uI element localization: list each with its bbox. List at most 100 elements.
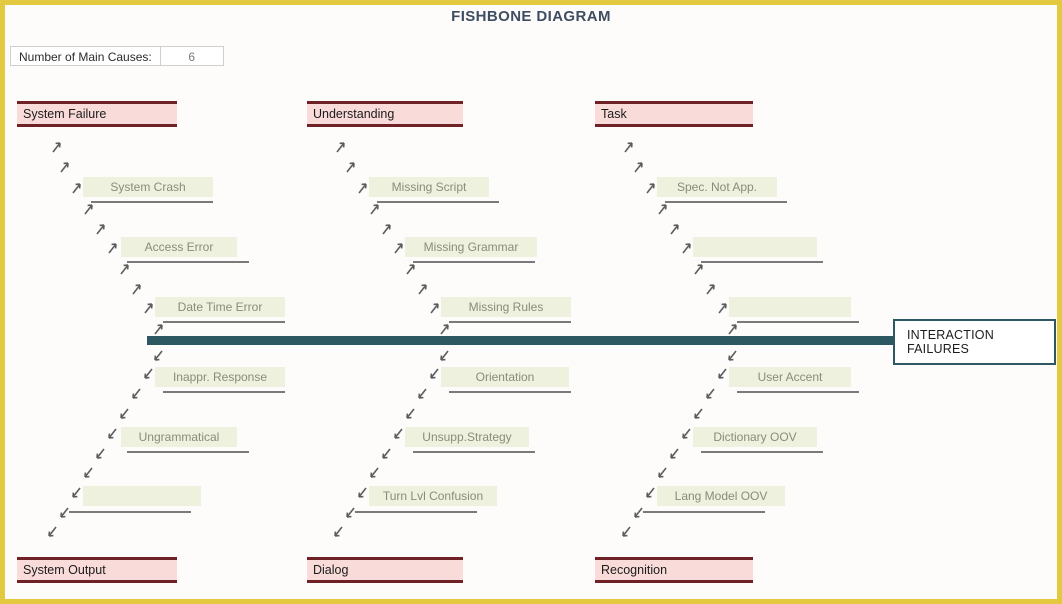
branch-arrow-up-icon <box>381 222 394 235</box>
subcause-connector <box>163 321 285 323</box>
subcause-label: User Accent <box>757 370 823 384</box>
effect-box[interactable]: INTERACTION FAILURES <box>893 319 1056 365</box>
category-box-recognition[interactable]: Recognition <box>595 557 753 583</box>
branch-arrow-up-icon <box>669 222 682 235</box>
branch-arrow-down-icon <box>83 467 96 480</box>
branch-arrow-up-icon <box>693 262 706 275</box>
subcause-connector <box>413 451 535 453</box>
branch-arrow-up-icon <box>51 140 64 153</box>
subcause-label: Missing Grammar <box>423 240 519 254</box>
main-causes-input[interactable]: 6 <box>160 46 224 66</box>
branch-arrow-down-icon <box>727 350 740 363</box>
subcause-label: Lang Model OOV <box>674 489 768 503</box>
subcause-connector <box>701 261 823 263</box>
branch-arrow-down-icon <box>669 448 682 461</box>
branch-arrow-up-icon <box>369 202 382 215</box>
main-causes-control: Number of Main Causes: 6 <box>10 46 224 66</box>
subcause-box-spec-not-app[interactable]: Spec. Not App. <box>657 177 777 197</box>
subcause-label: Inappr. Response <box>172 370 268 384</box>
subcause-label: Missing Script <box>391 180 467 194</box>
subcause-box-lang-model-oov[interactable]: Lang Model OOV <box>657 486 785 506</box>
branch-arrow-up-icon <box>633 160 646 173</box>
branch-arrow-down-icon <box>59 507 72 520</box>
branch-arrow-down-icon <box>439 350 452 363</box>
subcause-label: Spec. Not App. <box>676 180 758 194</box>
subcause-connector <box>163 391 285 393</box>
page-title: FISHBONE DIAGRAM <box>451 8 611 25</box>
category-box-task[interactable]: Task <box>595 101 753 127</box>
branch-arrow-down-icon <box>345 507 358 520</box>
subcause-box-turn-lvl-confusion[interactable]: Turn Lvl Confusion <box>369 486 497 506</box>
subcause-connector <box>737 321 859 323</box>
main-causes-label: Number of Main Causes: <box>10 46 161 66</box>
branch-arrow-down-icon <box>705 388 718 401</box>
subcause-label: Date Time Error <box>177 300 263 314</box>
branch-arrow-up-icon <box>705 282 718 295</box>
subcause-box-inappr-response[interactable]: Inappr. Response <box>155 367 285 387</box>
branch-arrow-up-icon <box>95 222 108 235</box>
subcause-connector <box>127 451 249 453</box>
subcause-connector <box>355 511 477 513</box>
branch-arrow-down-icon <box>95 448 108 461</box>
subcause-box-unsupp-strategy[interactable]: Unsupp.Strategy <box>405 427 529 447</box>
category-box-system-output[interactable]: System Output <box>17 557 177 583</box>
branch-arrow-down-icon <box>369 467 382 480</box>
branch-arrow-down-icon <box>107 428 120 441</box>
category-box-dialog[interactable]: Dialog <box>307 557 463 583</box>
subcause-box-access-error[interactable]: Access Error <box>121 237 237 257</box>
branch-arrow-up-icon <box>59 160 72 173</box>
branch-arrow-down-icon <box>153 350 166 363</box>
subcause-box-system-output-empty[interactable] <box>83 486 201 506</box>
subcause-box-dictionary-oov[interactable]: Dictionary OOV <box>693 427 817 447</box>
branch-arrow-down-icon <box>417 388 430 401</box>
subcause-connector <box>377 201 499 203</box>
subcause-label: Ungrammatical <box>138 430 220 444</box>
branch-arrow-down-icon <box>657 467 670 480</box>
category-label: System Failure <box>23 107 107 121</box>
branch-arrow-up-icon <box>439 322 452 335</box>
subcause-box-orientation[interactable]: Orientation <box>441 367 569 387</box>
subcause-box-task-empty-1[interactable] <box>693 237 817 257</box>
branch-arrow-down-icon <box>381 448 394 461</box>
branch-arrow-up-icon <box>153 322 166 335</box>
subcause-connector <box>665 201 787 203</box>
diagram-canvas: FISHBONE DIAGRAM Number of Main Causes: … <box>5 5 1057 599</box>
subcause-label: Unsupp.Strategy <box>422 430 512 444</box>
branch-arrow-up-icon <box>107 241 120 254</box>
branch-arrow-down-icon <box>405 408 418 421</box>
subcause-connector <box>69 511 191 513</box>
branch-arrow-down-icon <box>333 526 346 539</box>
subcause-label: Access Error <box>144 240 214 254</box>
fishbone-page: FISHBONE DIAGRAM Number of Main Causes: … <box>0 0 1062 604</box>
branch-arrow-up-icon <box>119 262 132 275</box>
category-label: Dialog <box>313 563 349 577</box>
category-label: Task <box>601 107 627 121</box>
subcause-box-user-accent[interactable]: User Accent <box>729 367 851 387</box>
subcause-box-task-empty-2[interactable] <box>729 297 851 317</box>
category-label: Understanding <box>313 107 395 121</box>
subcause-box-missing-grammar[interactable]: Missing Grammar <box>405 237 537 257</box>
branch-arrow-up-icon <box>417 282 430 295</box>
subcause-connector <box>701 451 823 453</box>
subcause-box-date-time-error[interactable]: Date Time Error <box>155 297 285 317</box>
branch-arrow-down-icon <box>621 526 634 539</box>
category-label: System Output <box>23 563 106 577</box>
subcause-label: Dictionary OOV <box>713 430 797 444</box>
category-box-understanding[interactable]: Understanding <box>307 101 463 127</box>
category-box-system-failure[interactable]: System Failure <box>17 101 177 127</box>
branch-arrow-down-icon <box>119 408 132 421</box>
effect-label: INTERACTION FAILURES <box>907 328 994 356</box>
branch-arrow-up-icon <box>83 202 96 215</box>
subcause-box-ungrammatical[interactable]: Ungrammatical <box>121 427 237 447</box>
subcause-box-missing-rules[interactable]: Missing Rules <box>441 297 571 317</box>
branch-arrow-up-icon <box>131 282 144 295</box>
branch-arrow-down-icon <box>131 388 144 401</box>
branch-arrow-up-icon <box>405 262 418 275</box>
subcause-box-system-crash[interactable]: System Crash <box>83 177 213 197</box>
branch-arrow-down-icon <box>633 507 646 520</box>
branch-arrow-down-icon <box>47 526 60 539</box>
subcause-connector <box>413 261 535 263</box>
subcause-box-missing-script[interactable]: Missing Script <box>369 177 489 197</box>
branch-arrow-down-icon <box>693 408 706 421</box>
fishbone-spine <box>147 336 895 345</box>
